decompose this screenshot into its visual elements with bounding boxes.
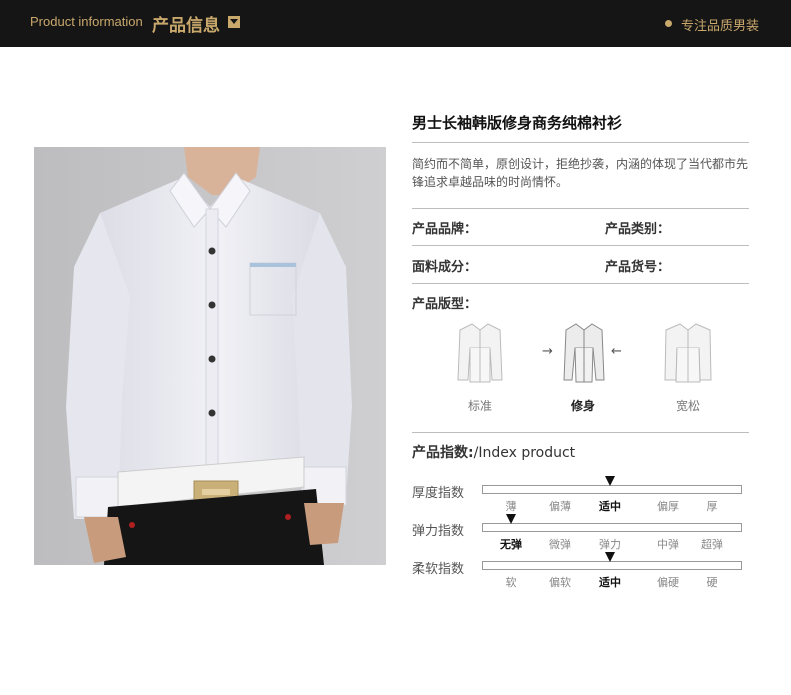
fit-option-slim: 修身 bbox=[571, 399, 596, 413]
index-scale-bar bbox=[482, 523, 742, 532]
fit-option-standard: 标准 bbox=[468, 399, 493, 413]
index-heading-cn: 产品指数: bbox=[412, 445, 474, 461]
product-description: 简约而不简单，原创设计，拒绝抄袭，内涵的体现了当代都市先锋追求卓越品味的时尚情怀… bbox=[412, 157, 749, 189]
index-marker-icon bbox=[605, 476, 615, 486]
dropdown-arrow-icon bbox=[228, 16, 240, 28]
index-option: 适中 bbox=[599, 500, 621, 513]
index-option: 偏硬 bbox=[657, 576, 679, 589]
divider bbox=[412, 208, 749, 209]
field-category: 产品类别： bbox=[605, 222, 671, 237]
field-item-number: 产品货号： bbox=[605, 260, 671, 275]
fit-label: 产品版型： bbox=[412, 297, 478, 312]
field-brand: 产品品牌： bbox=[412, 222, 478, 237]
divider bbox=[412, 432, 749, 433]
index-row-name: 弹力指数 bbox=[412, 524, 465, 539]
field-fabric: 面料成分： bbox=[412, 260, 478, 275]
slim-fit-shirt-icon bbox=[560, 322, 608, 388]
index-heading: 产品指数:/Index product bbox=[412, 442, 575, 462]
divider bbox=[412, 142, 749, 143]
index-row-name: 厚度指数 bbox=[412, 486, 465, 501]
index-scale-bar bbox=[482, 485, 742, 494]
index-heading-en: /Index product bbox=[473, 445, 576, 461]
index-row-name: 柔软指数 bbox=[412, 562, 465, 577]
index-option: 适中 bbox=[599, 576, 621, 589]
shirt-model-illustration bbox=[34, 147, 386, 565]
index-option: 弹力 bbox=[599, 538, 621, 551]
index-option: 薄 bbox=[505, 500, 517, 513]
index-option: 微弹 bbox=[549, 538, 571, 551]
index-option: 无弹 bbox=[500, 538, 522, 551]
index-option: 硬 bbox=[706, 576, 718, 589]
index-option: 厚 bbox=[706, 500, 718, 513]
standard-shirt-icon bbox=[456, 322, 504, 388]
product-photo bbox=[34, 147, 386, 565]
fit-option-loose: 宽松 bbox=[676, 399, 701, 413]
arrow-left-icon: ← bbox=[611, 344, 622, 359]
index-option: 偏薄 bbox=[549, 500, 571, 513]
bullet-dot-icon bbox=[665, 20, 672, 27]
divider bbox=[412, 245, 749, 246]
index-option: 中弹 bbox=[657, 538, 679, 551]
header-title-cn: 产品信息 bbox=[152, 16, 220, 36]
index-option: 超弹 bbox=[701, 538, 723, 551]
index-marker-icon bbox=[506, 514, 516, 524]
divider bbox=[412, 283, 749, 284]
arrow-right-icon: → bbox=[542, 344, 553, 359]
header-title-en: Product information bbox=[30, 14, 143, 29]
index-option: 软 bbox=[505, 576, 517, 589]
index-option: 偏软 bbox=[549, 576, 571, 589]
product-title: 男士长袖韩版修身商务纯棉衬衫 bbox=[412, 114, 623, 132]
index-scale-bar bbox=[482, 561, 742, 570]
index-marker-icon bbox=[605, 552, 615, 562]
header-tagline: 专注品质男装 bbox=[681, 19, 760, 34]
header-bar: Product information 产品信息 专注品质男装 bbox=[0, 0, 791, 47]
loose-fit-shirt-icon bbox=[664, 322, 712, 388]
index-option: 偏厚 bbox=[657, 500, 679, 513]
